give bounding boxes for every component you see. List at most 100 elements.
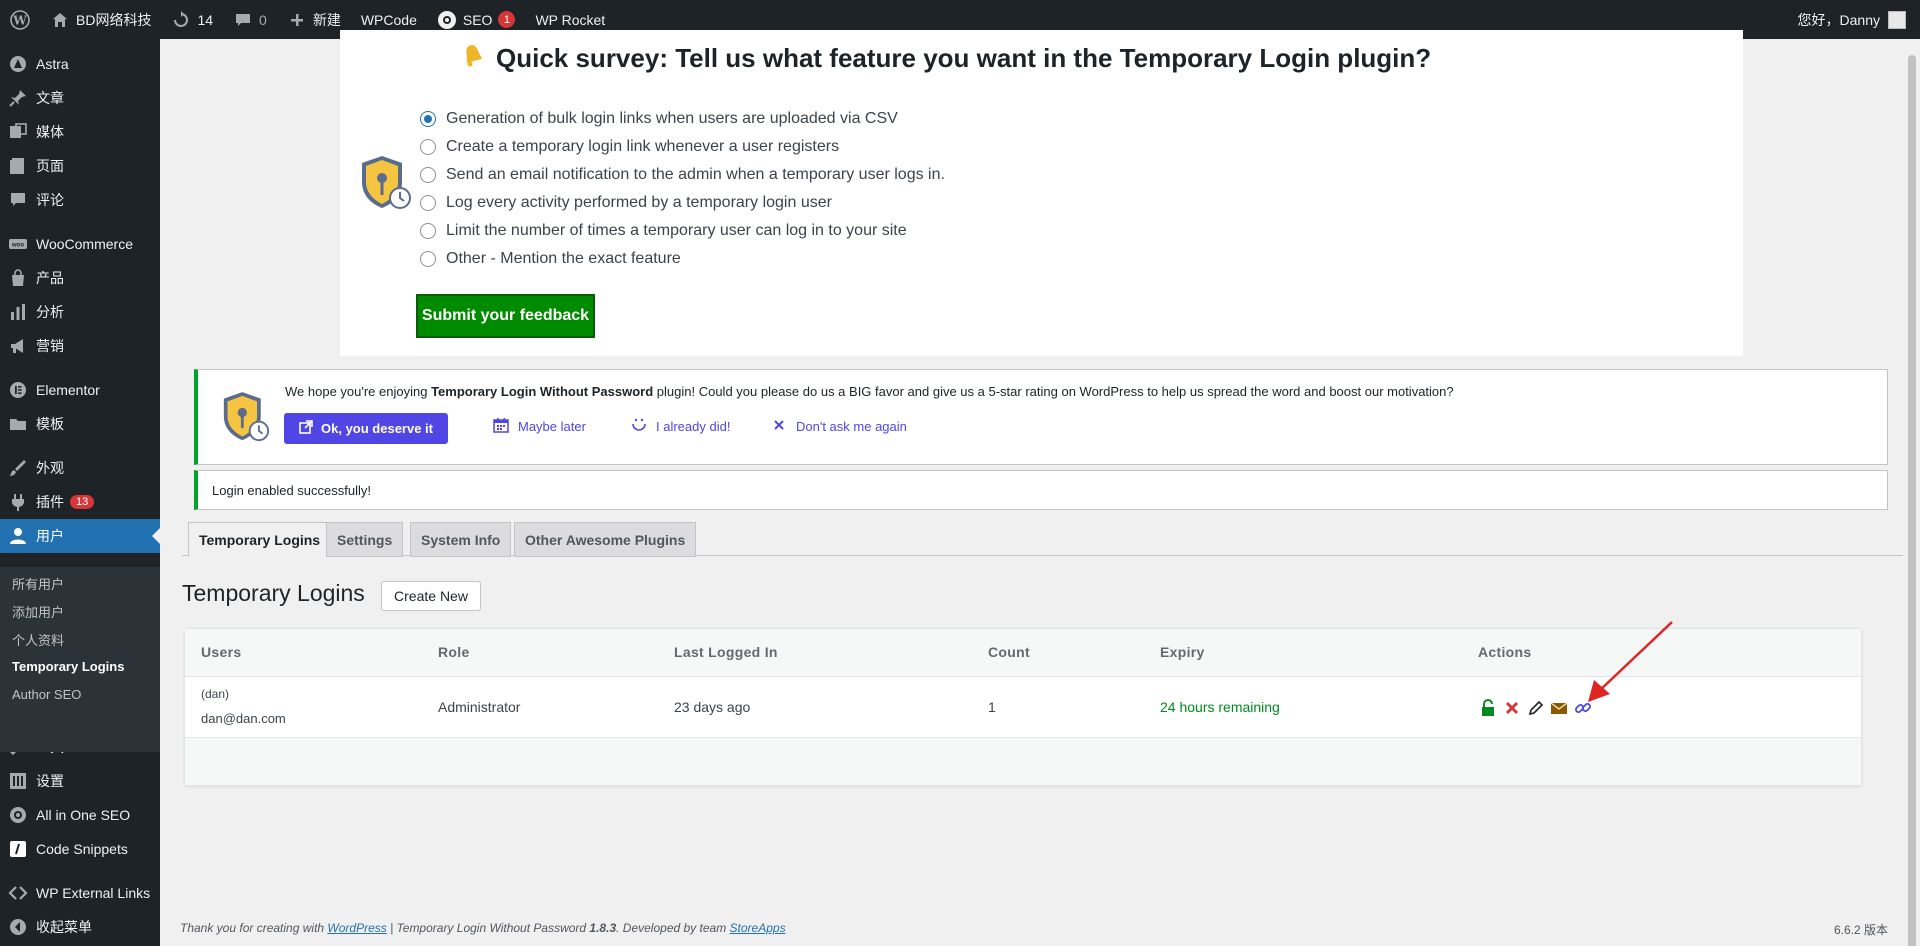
media-icon	[0, 122, 36, 142]
success-message: Login enabled successfully!	[212, 483, 371, 498]
sidebar-item-aioseo[interactable]: All in One SEO	[0, 798, 160, 832]
updates-menu[interactable]: 14	[161, 0, 223, 39]
tab-system-info[interactable]: System Info	[410, 522, 512, 557]
external-link-icon	[299, 420, 313, 437]
sidebar-item-label: All in One SEO	[36, 807, 131, 823]
pin-icon	[0, 88, 36, 108]
survey-option-email-notification[interactable]: Send an email notification to the admin …	[420, 166, 945, 184]
site-name-menu[interactable]: BD网络科技	[40, 0, 161, 39]
scrollbar-thumb[interactable]	[1908, 55, 1916, 946]
user-name: (dan)	[201, 687, 230, 701]
maybe-later-link[interactable]: Maybe later	[492, 416, 586, 437]
column-header-last-logged-in[interactable]: Last Logged In	[674, 644, 778, 660]
column-header-users[interactable]: Users	[201, 644, 241, 660]
my-account-menu[interactable]: 您好，Danny	[1798, 0, 1906, 39]
login-count: 1	[988, 699, 996, 715]
sidebar-item-chart[interactable]: 分析	[0, 295, 160, 329]
survey-option-other[interactable]: Other - Mention the exact feature	[420, 250, 681, 268]
ok-deserve-it-button[interactable]: Ok, you deserve it	[284, 413, 448, 444]
plus-icon	[287, 10, 307, 30]
sidebar-item-collapse[interactable]: 收起菜单	[0, 910, 160, 944]
radio-button[interactable]	[420, 223, 436, 239]
edit-pencil-icon[interactable]	[1527, 699, 1545, 717]
sidebar-item-plugin[interactable]: 插件 13	[0, 485, 160, 519]
storeapps-link[interactable]: StoreApps	[730, 921, 786, 935]
submenu-author-seo[interactable]: Author SEO	[12, 687, 81, 702]
tab-other-plugins[interactable]: Other Awesome Plugins	[514, 522, 697, 557]
review-notice: We hope you're enjoying Temporary Login …	[194, 369, 1888, 465]
sidebar-item-external[interactable]: WP External Links	[0, 876, 160, 910]
sidebar-item-astra[interactable]: Astra	[0, 47, 160, 81]
page-title: Temporary Logins	[182, 580, 365, 606]
success-notice: Login enabled successfully!	[194, 470, 1888, 510]
create-new-button[interactable]: Create New	[381, 581, 481, 611]
survey-option-bulk-csv[interactable]: Generation of bulk login links when user…	[420, 110, 898, 128]
tab-settings[interactable]: Settings	[326, 522, 404, 557]
column-header-role[interactable]: Role	[438, 644, 470, 660]
wpcode-label: WPCode	[360, 11, 417, 28]
brush-icon	[0, 458, 36, 478]
wordpress-link[interactable]: WordPress	[327, 921, 386, 935]
svg-text:woo: woo	[11, 243, 24, 249]
radio-button[interactable]	[420, 139, 436, 155]
sidebar-item-comment[interactable]: 评论	[0, 183, 160, 217]
last-logged-in: 23 days ago	[674, 699, 751, 715]
users-submenu: 所有用户 添加用户 个人资料 Temporary Logins Author S…	[0, 567, 160, 752]
sidebar-item-label: WooCommerce	[36, 236, 133, 252]
sidebar-item-pin[interactable]: 文章	[0, 81, 160, 115]
comment-bubble-icon	[233, 10, 253, 30]
red-arrow-annotation	[1588, 621, 1673, 702]
tab-temporary-logins[interactable]: Temporary Logins	[188, 522, 332, 557]
close-icon	[770, 416, 788, 437]
external-icon	[0, 883, 36, 903]
page-scrollbar[interactable]	[1903, 39, 1920, 946]
wp-rocket-label: WP Rocket	[535, 11, 606, 28]
submit-feedback-button[interactable]: Submit your feedback	[416, 294, 595, 338]
wp-logo-menu[interactable]: W	[0, 0, 40, 39]
sidebar-item-label: 分析	[36, 304, 64, 320]
submenu-temporary-logins[interactable]: Temporary Logins	[12, 659, 124, 674]
woo-icon: woo	[0, 234, 36, 254]
submenu-add-user[interactable]: 添加用户	[12, 602, 64, 621]
survey-panel: Quick survey: Tell us what feature you w…	[340, 30, 1743, 356]
comments-menu[interactable]: 0	[223, 0, 277, 39]
sidebar-item-elementor[interactable]: Elementor	[0, 373, 160, 407]
survey-option-limit-logins[interactable]: Limit the number of times a temporary us…	[420, 222, 907, 240]
already-did-link[interactable]: I already did!	[630, 416, 730, 437]
sidebar-item-media[interactable]: 媒体	[0, 115, 160, 149]
sidebar-item-folder[interactable]: 模板	[0, 407, 160, 441]
aioseo-icon	[0, 805, 36, 825]
survey-title: Quick survey: Tell us what feature you w…	[496, 43, 1432, 73]
sidebar-item-megaphone[interactable]: 营销	[0, 329, 160, 363]
sidebar-item-user[interactable]: 用户	[0, 519, 160, 553]
sidebar-item-page[interactable]: 页面	[0, 149, 160, 183]
radio-button[interactable]	[420, 167, 436, 183]
dont-ask-again-link[interactable]: Don't ask me again	[770, 416, 907, 437]
sidebar-item-woo[interactable]: woo WooCommerce	[0, 227, 160, 261]
unlock-icon[interactable]	[1479, 699, 1497, 717]
chart-icon	[0, 302, 36, 322]
sidebar-item-label: Code Snippets	[36, 841, 128, 857]
submenu-profile[interactable]: 个人资料	[12, 630, 64, 649]
temporary-login-shield-icon	[360, 154, 412, 214]
sidebar-item-label: WP External Links	[36, 885, 151, 901]
radio-button[interactable]	[420, 195, 436, 211]
wordpress-logo-icon: W	[10, 9, 30, 30]
column-header-count[interactable]: Count	[988, 644, 1030, 660]
sidebar-item-settings[interactable]: 设置	[0, 764, 160, 798]
sidebar-item-brush[interactable]: 外观	[0, 451, 160, 485]
sidebar-item-product[interactable]: 产品	[0, 261, 160, 295]
submenu-all-users[interactable]: 所有用户	[12, 574, 64, 593]
column-header-expiry[interactable]: Expiry	[1160, 644, 1205, 660]
radio-button-checked[interactable]	[420, 111, 436, 127]
sidebar-item-code[interactable]: Code Snippets	[0, 832, 160, 866]
smile-icon	[630, 416, 648, 437]
page-icon	[0, 156, 36, 176]
radio-button[interactable]	[420, 251, 436, 267]
email-icon[interactable]	[1550, 699, 1568, 717]
survey-option-register-link[interactable]: Create a temporary login link whenever a…	[420, 138, 839, 156]
footer-credits: Thank you for creating with WordPress | …	[180, 921, 786, 935]
survey-option-log-activity[interactable]: Log every activity performed by a tempor…	[420, 194, 832, 212]
calendar-icon	[492, 416, 510, 437]
delete-icon[interactable]	[1503, 699, 1521, 717]
